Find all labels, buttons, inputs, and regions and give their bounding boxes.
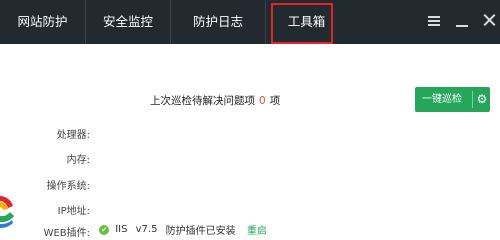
minimize-icon[interactable] [454,11,472,31]
problems-unit: 项 [269,95,281,107]
gear-icon[interactable]: ⚙ [474,87,490,112]
top-nav-bar: 网站防护 安全监控 防护日志 工具箱 [0,0,500,44]
last-scan-summary: 上次巡检待解决问题项 0 项 [150,93,280,108]
button-divider [472,91,473,108]
ip-address-label: IP地址: [57,206,90,217]
os-label: 操作系统: [46,181,90,192]
web-server-version: v7.5 [135,224,158,235]
cpu-label: 处理器: [56,130,90,141]
problems-count: 0 [259,95,266,107]
app-logo-icon [0,196,14,229]
web-server-name: IIS [115,224,128,235]
hamburger-icon[interactable] [426,11,444,31]
close-icon[interactable] [481,11,499,31]
restart-link[interactable]: 重启 [247,222,267,237]
check-icon: ✔ [99,224,109,235]
tab-website-protection[interactable]: 网站防护 [0,0,85,44]
tab-protection-log[interactable]: 防护日志 [170,0,265,44]
web-plugin-label: WEB插件: [43,228,90,239]
web-plugin-row: ✔ IIS v7.5 防护插件已安装 重启 [99,222,267,237]
plugin-status: 防护插件已安装 [165,226,236,237]
toolbox-highlight-box [271,3,333,44]
problems-label: 上次巡检待解决问题项 [150,95,255,107]
scan-button-label: 一键巡检 [422,94,462,105]
memory-label: 内存: [66,155,90,166]
one-click-scan-button[interactable]: 一键巡检 ⚙ [415,87,490,112]
tab-security-monitor[interactable]: 安全监控 [85,0,170,44]
